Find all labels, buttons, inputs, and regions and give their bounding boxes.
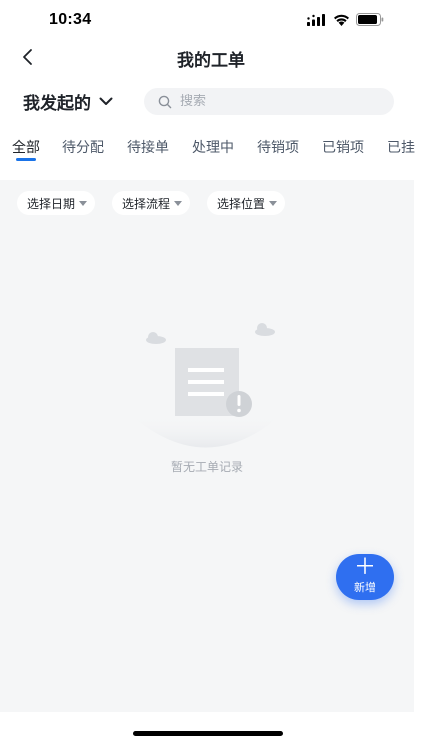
filter-location-label: 选择位置 — [217, 196, 266, 211]
plus-icon: ＋ — [353, 555, 376, 580]
tab-pending-accept[interactable]: 待接单 — [127, 137, 169, 157]
caret-down-icon — [79, 200, 88, 206]
scope-label: 我发起的 — [23, 94, 91, 114]
filter-date-chip[interactable]: 选择日期 — [17, 191, 96, 215]
search-box[interactable] — [144, 88, 394, 115]
tab-pending-close[interactable]: 待销项 — [257, 137, 299, 157]
cloud-icon — [255, 323, 275, 336]
filter-process-chip[interactable]: 选择流程 — [112, 191, 191, 215]
tab-pending-assign[interactable]: 待分配 — [62, 137, 104, 157]
filter-process-label: 选择流程 — [122, 196, 171, 211]
status-icons — [307, 13, 384, 26]
content-area: 选择日期 选择流程 选择位置 暂无工单记录 ＋ 新增 — [0, 180, 414, 712]
tab-all[interactable]: 全部 — [12, 137, 40, 157]
tab-in-progress[interactable]: 处理中 — [192, 137, 234, 157]
status-time: 10:34 — [49, 11, 92, 28]
add-button-label: 新增 — [354, 581, 376, 594]
filter-location-chip[interactable]: 选择位置 — [207, 191, 286, 215]
tab-suspended[interactable]: 已挂 — [387, 137, 415, 157]
search-icon — [158, 95, 172, 108]
tab-active-indicator — [16, 158, 36, 161]
scope-dropdown[interactable]: 我发起的 — [23, 89, 113, 114]
status-tabs: 全部 待分配 待接单 处理中 待销项 已销项 已挂 — [0, 130, 422, 166]
filter-header: 我发起的 — [0, 86, 422, 116]
wifi-icon — [334, 14, 349, 26]
caret-down-icon — [269, 200, 278, 206]
status-bar: 10:34 — [0, 0, 422, 40]
page-title: 我的工单 — [177, 51, 245, 71]
empty-state-text: 暂无工单记录 — [170, 460, 243, 474]
home-indicator — [133, 731, 283, 736]
caret-down-icon — [174, 200, 183, 206]
empty-document-illustration — [131, 323, 281, 448]
search-input[interactable] — [180, 94, 380, 109]
tab-closed[interactable]: 已销项 — [322, 137, 364, 157]
cellular-signal-icon — [307, 13, 325, 26]
filter-date-label: 选择日期 — [27, 196, 76, 211]
battery-icon — [356, 13, 384, 26]
nav-bar: 我的工单 — [0, 40, 422, 74]
chevron-down-icon — [99, 97, 113, 105]
cloud-icon — [146, 332, 166, 344]
add-button[interactable]: ＋ 新增 — [336, 554, 394, 600]
